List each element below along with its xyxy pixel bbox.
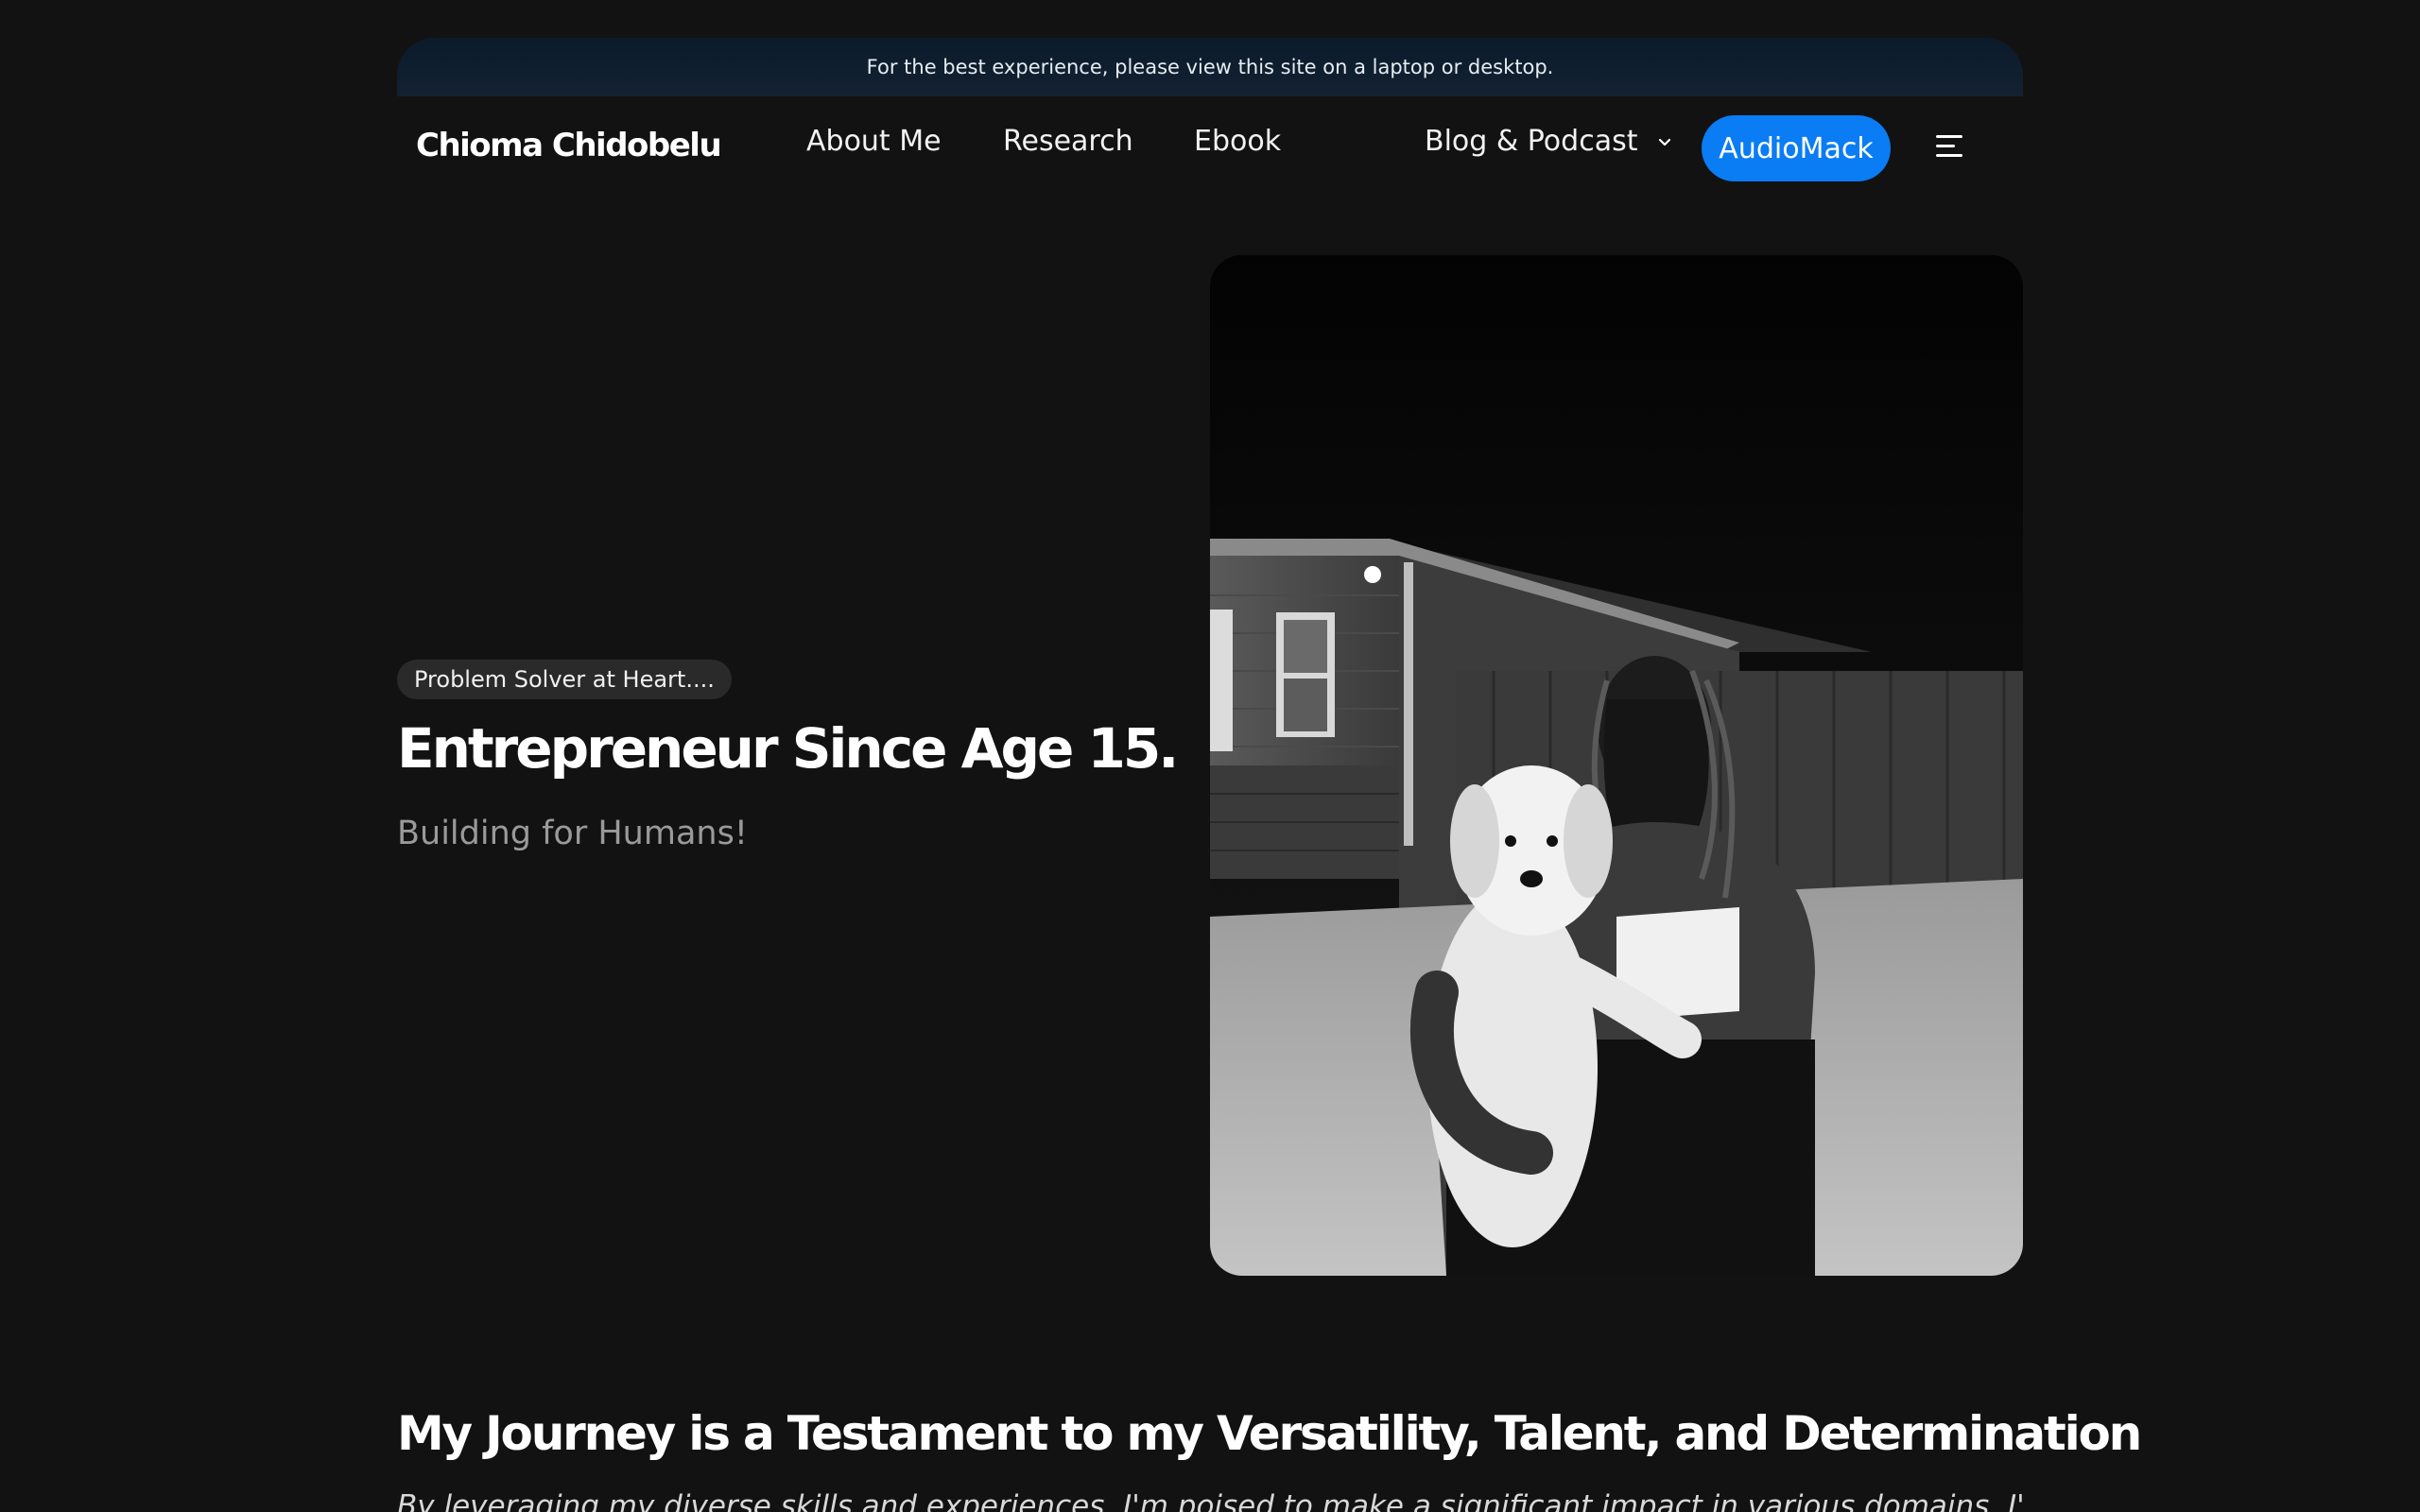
hero-photo [1210, 255, 2023, 1276]
hamburger-menu-icon[interactable] [1936, 132, 1968, 161]
nav-about-me[interactable]: About Me [806, 125, 942, 158]
nav-ebook[interactable]: Ebook [1194, 125, 1281, 158]
journey-paragraph: By leveraging my diverse skills and expe… [397, 1489, 2023, 1512]
journey-heading: My Journey is a Testament to my Versatil… [397, 1406, 2142, 1461]
nav-research[interactable]: Research [1003, 125, 1133, 158]
audiomack-button[interactable]: AudioMack [1702, 115, 1891, 181]
nav-blog-podcast-label: Blog & Podcast [1425, 125, 1638, 158]
hero-title: Entrepreneur Since Age 15. [397, 716, 1179, 781]
chevron-down-icon [1659, 138, 1671, 146]
site-logo[interactable]: Chioma Chidobelu [416, 127, 722, 164]
portrait-with-puppy-image [1210, 255, 2023, 1276]
hero-tag-badge: Problem Solver at Heart.... [397, 660, 732, 699]
device-notice-text: For the best experience, please view thi… [866, 56, 1554, 78]
device-notice-banner: For the best experience, please view thi… [397, 38, 2023, 96]
page: For the best experience, please view thi… [0, 0, 2420, 1512]
nav-blog-podcast-dropdown[interactable]: Blog & Podcast [1425, 125, 1675, 158]
hero-subtitle: Building for Humans! [397, 815, 748, 852]
main-nav: Chioma Chidobelu About Me Research Ebook… [397, 106, 2023, 187]
